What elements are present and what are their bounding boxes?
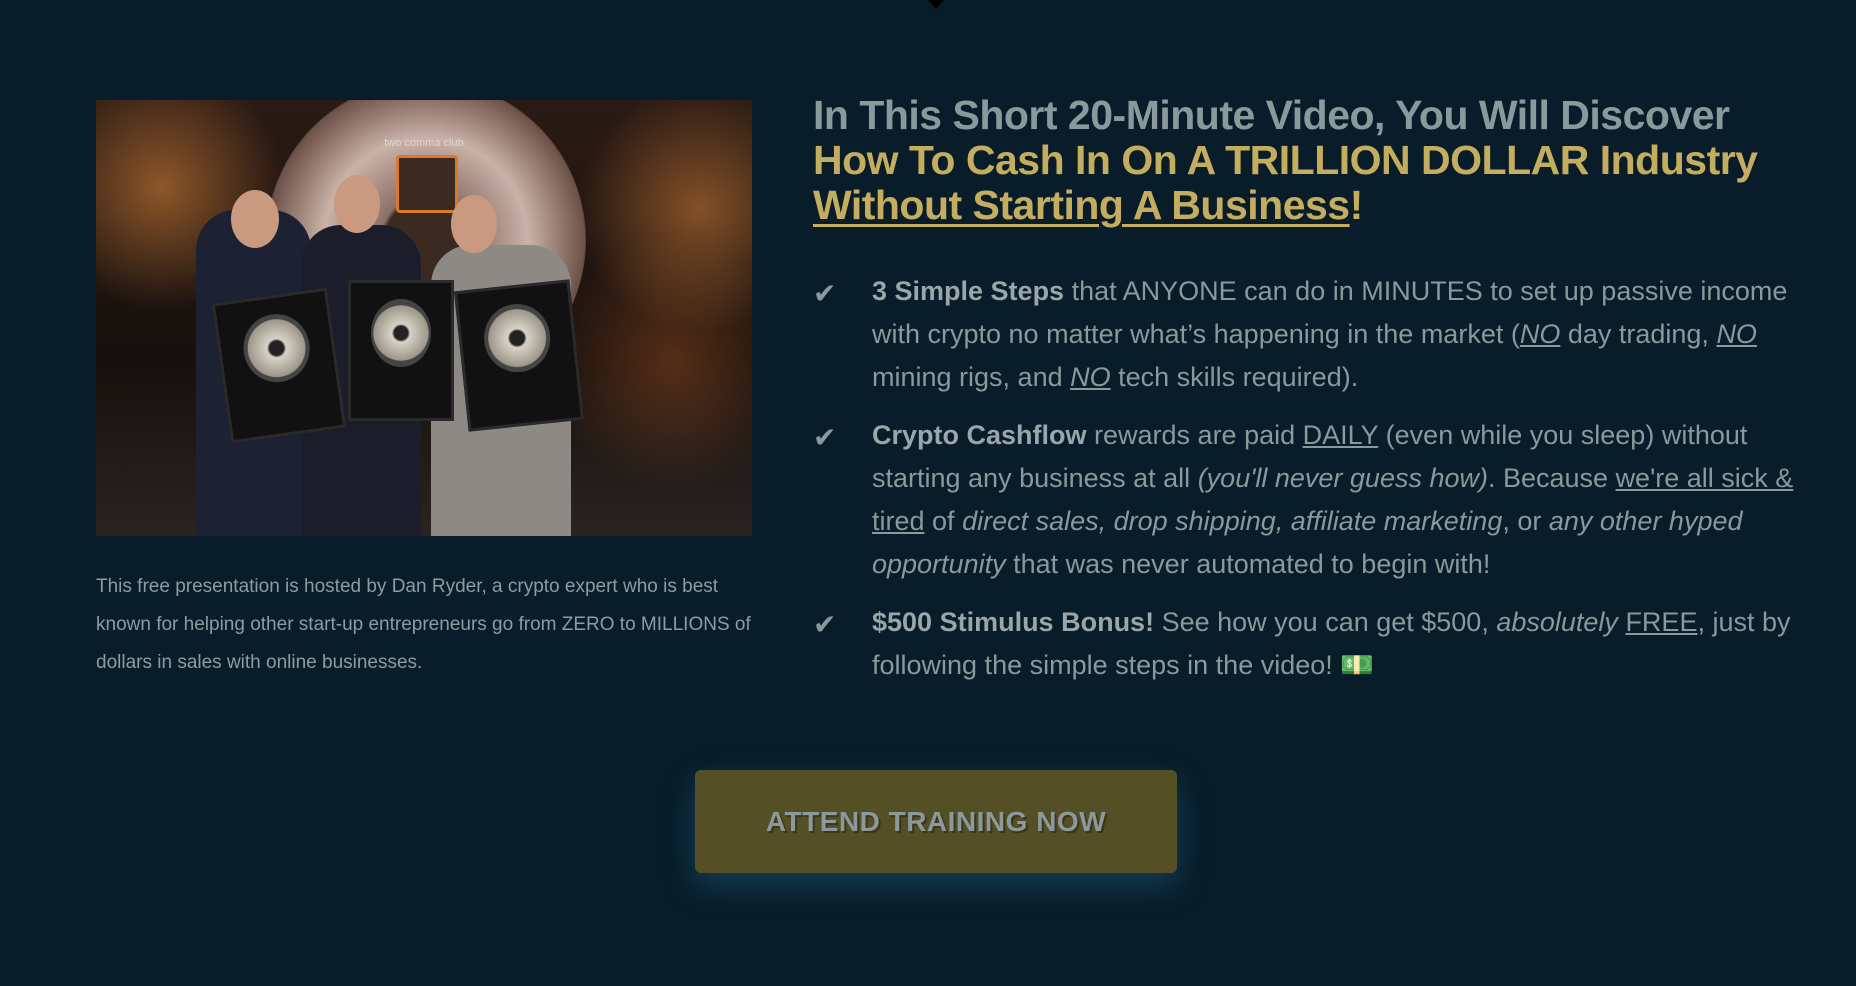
host-caption: This free presentation is hosted by Dan … xyxy=(96,576,751,673)
checkmark-icon: ✔ xyxy=(813,609,837,640)
bullet-text: mining rigs, and xyxy=(872,362,1071,392)
bullet-emph: NO xyxy=(1519,319,1561,349)
bullet-text: . Because xyxy=(1487,463,1616,493)
bullet-text: of xyxy=(924,506,963,536)
money-emoji-icon: 💵 xyxy=(1340,650,1374,680)
award-plaque xyxy=(453,279,585,432)
bullet-text: , or xyxy=(1502,506,1549,536)
benefit-list: ✔ 3 Simple Steps that ANYONE can do in M… xyxy=(813,270,1803,702)
bullet-italic: (you'll never guess how) xyxy=(1197,463,1488,493)
bullet-emph: DAILY xyxy=(1302,420,1379,450)
headline-highlight: How To Cash In On A TRILLION DOLLAR Indu… xyxy=(813,137,1758,183)
person-left-head xyxy=(231,190,279,248)
person-right-head xyxy=(451,195,497,253)
bullet-emph: NO xyxy=(1070,362,1111,392)
bullet-bold: Crypto Cashflow xyxy=(872,420,1087,450)
person-center-head xyxy=(334,175,380,233)
headline-underlined: Without Starting A Business xyxy=(813,182,1350,228)
hero-photo: two comma club xyxy=(96,100,752,536)
headline-intro: In This Short 20-Minute Video, You Will … xyxy=(813,92,1730,138)
logo-text: two comma club xyxy=(384,137,464,149)
bullet-text: that was never automated to begin with! xyxy=(1005,549,1491,579)
bullet-emph: FREE xyxy=(1625,607,1698,637)
bullet-text: day trading, xyxy=(1560,319,1717,349)
headline: In This Short 20-Minute Video, You Will … xyxy=(813,93,1813,228)
checkmark-icon: ✔ xyxy=(813,422,837,453)
bullet-text: rewards are paid xyxy=(1086,420,1303,450)
bullet-bold: 3 Simple Steps xyxy=(872,276,1065,306)
headline-exclaim: ! xyxy=(1349,182,1364,228)
two-comma-club-logo xyxy=(396,155,458,213)
checkmark-icon: ✔ xyxy=(813,278,837,309)
bullet-italic: absolutely xyxy=(1496,607,1618,637)
list-item: ✔ 3 Simple Steps that ANYONE can do in M… xyxy=(813,270,1803,399)
bullet-italic: direct sales, drop shipping, affiliate m… xyxy=(962,506,1503,536)
bullet-text: See how you can get $500, xyxy=(1154,607,1497,637)
attend-training-button[interactable]: ATTEND TRAINING NOW xyxy=(695,770,1177,873)
list-item: ✔ Crypto Cashflow rewards are paid DAILY… xyxy=(813,414,1803,586)
bullet-text: tech skills required). xyxy=(1110,362,1359,392)
bullet-bold: $500 Stimulus Bonus! xyxy=(872,607,1155,637)
bullet-emph: NO xyxy=(1716,319,1757,349)
list-item: ✔ $500 Stimulus Bonus! See how you can g… xyxy=(813,601,1803,687)
award-plaque xyxy=(348,280,454,421)
section-pointer-arrow xyxy=(928,0,944,9)
award-plaque xyxy=(211,287,347,444)
